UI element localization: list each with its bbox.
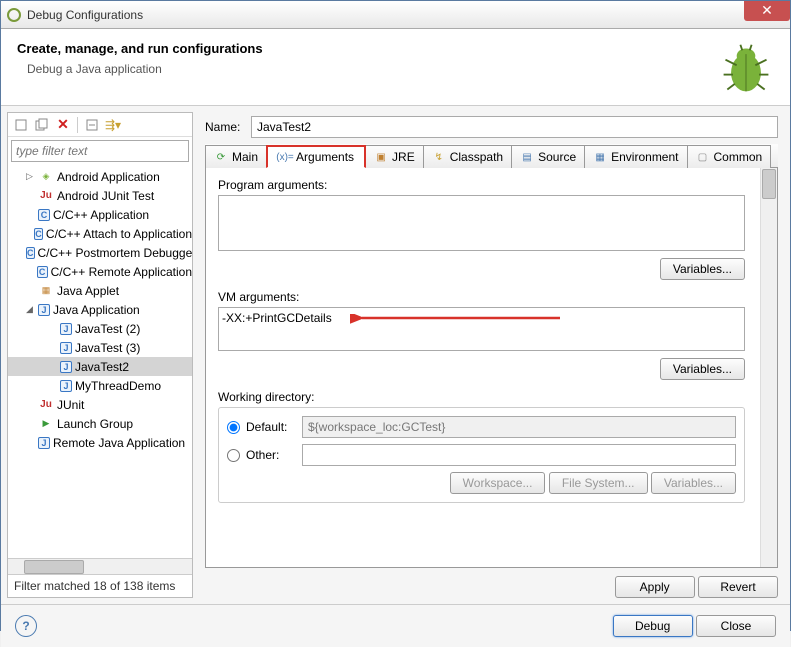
tree-item-label: Java Applet	[57, 284, 119, 298]
tree-item[interactable]: ◢JJava Application	[8, 300, 192, 319]
wd-default-input	[302, 416, 736, 438]
tree-item-label: Java Application	[53, 303, 140, 317]
tree-item-label: C/C++ Remote Application	[51, 265, 192, 279]
tab-icon: (x)=	[278, 150, 292, 164]
right-panel: Name: ⟳ Main (x)= Arguments ▣ JRE ↯ Classpath ▤ S…	[193, 106, 790, 604]
name-input[interactable]	[251, 116, 778, 138]
vm-args-label: VM arguments:	[218, 290, 745, 304]
working-dir-label: Working directory:	[218, 390, 745, 404]
tree-item[interactable]: JJavaTest2	[8, 357, 192, 376]
tree-item-label: JavaTest (3)	[75, 341, 140, 355]
close-window-button[interactable]: ✕	[744, 1, 790, 21]
tab-icon: ↯	[432, 150, 446, 164]
tree-item[interactable]: CC/C++ Remote Application	[8, 262, 192, 281]
tree-item-label: C/C++ Application	[53, 208, 149, 222]
tab-common[interactable]: ▢ Common	[687, 145, 772, 168]
tab-label: Common	[714, 150, 763, 164]
tab-source[interactable]: ▤ Source	[511, 145, 585, 168]
tree-item-label: JUnit	[57, 398, 84, 412]
tab-icon: ▤	[520, 150, 534, 164]
tab-icon: ▢	[696, 150, 710, 164]
tree-hscroll[interactable]	[8, 558, 192, 574]
vm-variables-button[interactable]: Variables...	[660, 358, 745, 380]
tab-jre[interactable]: ▣ JRE	[365, 145, 424, 168]
wd-other-input[interactable]	[302, 444, 736, 466]
tab-classpath[interactable]: ↯ Classpath	[423, 145, 512, 168]
tree-item-label: C/C++ Attach to Application	[46, 227, 192, 241]
tree-item[interactable]: JMyThreadDemo	[8, 376, 192, 395]
header-title: Create, manage, and run configurations	[17, 41, 263, 56]
filter-icon[interactable]: ⇶▾	[104, 116, 122, 134]
tree-item[interactable]: JRemote Java Application	[8, 433, 192, 452]
tree-item[interactable]: CC/C++ Attach to Application	[8, 224, 192, 243]
tab-label: Arguments	[296, 150, 354, 164]
tree-item[interactable]: JJavaTest (2)	[8, 319, 192, 338]
wd-other-radio[interactable]	[227, 449, 240, 462]
program-args-textarea[interactable]	[218, 195, 745, 251]
wd-workspace-button[interactable]: Workspace...	[450, 472, 546, 494]
content-vscroll[interactable]	[760, 168, 777, 567]
tree-item[interactable]: JuJUnit	[8, 395, 192, 414]
duplicate-config-icon[interactable]	[33, 116, 51, 134]
tree-item-label: Android Application	[57, 170, 160, 184]
program-variables-button[interactable]: Variables...	[660, 258, 745, 280]
app-icon	[7, 8, 21, 22]
vm-args-textarea[interactable]: -XX:+PrintGCDetails	[218, 307, 745, 351]
dialog-header: Create, manage, and run configurations D…	[1, 29, 790, 106]
filter-box	[11, 140, 189, 162]
window-title: Debug Configurations	[27, 8, 143, 22]
left-panel: ✕ ⇶▾ ▷◈Android ApplicationJuAndroid JUni…	[7, 112, 193, 598]
tree-item[interactable]: ▦Java Applet	[8, 281, 192, 300]
tree-item[interactable]: CC/C++ Application	[8, 205, 192, 224]
tree-item-label: Android JUnit Test	[57, 189, 154, 203]
tab-icon: ▦	[593, 150, 607, 164]
apply-button[interactable]: Apply	[615, 576, 695, 598]
tree-item[interactable]: CC/C++ Postmortem Debugger	[8, 243, 192, 262]
tab-main[interactable]: ⟳ Main	[205, 145, 267, 168]
tree-item-label: JavaTest (2)	[75, 322, 140, 336]
title-bar: Debug Configurations ✕	[1, 1, 790, 29]
wd-filesystem-button[interactable]: File System...	[549, 472, 648, 494]
delete-config-icon[interactable]: ✕	[54, 116, 72, 134]
wd-default-radio[interactable]	[227, 421, 240, 434]
wd-default-label: Default:	[246, 420, 296, 434]
new-config-icon[interactable]	[12, 116, 30, 134]
tree-item[interactable]: ▶Launch Group	[8, 414, 192, 433]
tab-icon: ▣	[374, 150, 388, 164]
debug-bug-icon	[718, 41, 774, 97]
filter-input[interactable]	[11, 140, 189, 162]
arguments-tab-content: Program arguments: Variables... VM argum…	[205, 168, 778, 568]
config-tree[interactable]: ▷◈Android ApplicationJuAndroid JUnit Tes…	[8, 165, 192, 558]
tab-bar: ⟳ Main (x)= Arguments ▣ JRE ↯ Classpath ▤ Source ▦…	[205, 144, 778, 168]
dialog-footer: ? Debug Close	[1, 604, 790, 647]
tree-item-label: Launch Group	[57, 417, 133, 431]
name-label: Name:	[205, 120, 251, 134]
revert-button[interactable]: Revert	[698, 576, 778, 598]
help-button[interactable]: ?	[15, 615, 37, 637]
tree-item-label: JavaTest2	[75, 360, 129, 374]
tree-item[interactable]: JuAndroid JUnit Test	[8, 186, 192, 205]
tab-arguments[interactable]: (x)= Arguments	[266, 145, 366, 168]
tree-item[interactable]: JJavaTest (3)	[8, 338, 192, 357]
tab-label: Classpath	[450, 150, 503, 164]
tree-item-label: Remote Java Application	[53, 436, 185, 450]
tab-label: Main	[232, 150, 258, 164]
tab-label: JRE	[392, 150, 415, 164]
tree-item-label: MyThreadDemo	[75, 379, 161, 393]
program-args-label: Program arguments:	[218, 178, 745, 192]
filter-status: Filter matched 18 of 138 items	[8, 574, 192, 597]
wd-variables-button[interactable]: Variables...	[651, 472, 736, 494]
tree-toolbar: ✕ ⇶▾	[8, 113, 192, 137]
tab-label: Source	[538, 150, 576, 164]
tree-item-label: C/C++ Postmortem Debugger	[38, 246, 193, 260]
collapse-all-icon[interactable]	[83, 116, 101, 134]
tab-icon: ⟳	[214, 150, 228, 164]
tab-environment[interactable]: ▦ Environment	[584, 145, 687, 168]
wd-other-label: Other:	[246, 448, 296, 462]
header-subtitle: Debug a Java application	[27, 62, 263, 76]
tab-label: Environment	[611, 150, 678, 164]
debug-button[interactable]: Debug	[613, 615, 693, 637]
tree-item[interactable]: ▷◈Android Application	[8, 167, 192, 186]
close-button[interactable]: Close	[696, 615, 776, 637]
